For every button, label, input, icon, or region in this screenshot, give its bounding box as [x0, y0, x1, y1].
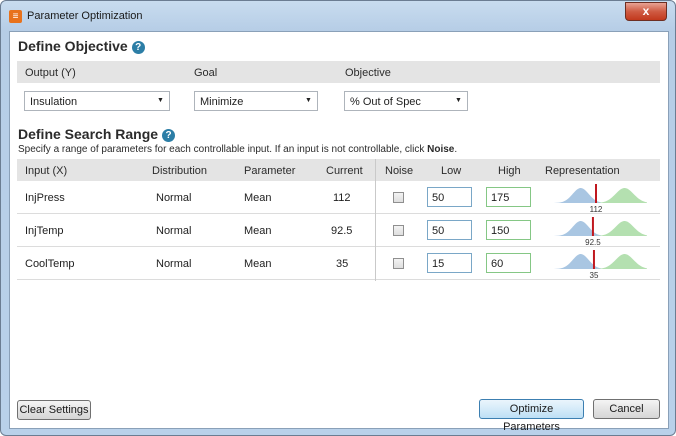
column-header-distribution: Distribution	[152, 165, 208, 177]
current-cell: 92.5	[331, 225, 353, 237]
column-header-representation: Representation	[545, 165, 620, 177]
search-range-grid: Input (X) Distribution Parameter Current…	[17, 159, 660, 281]
column-header-low: Low	[441, 165, 462, 177]
output-column-label: Output (Y)	[25, 67, 76, 79]
title-bar[interactable]: ≡ Parameter Optimization x	[1, 1, 675, 31]
objective-heading: Define Objective?	[18, 38, 145, 54]
help-icon[interactable]: ?	[131, 41, 145, 54]
noise-checkbox[interactable]	[393, 225, 404, 236]
current-value-label: 112	[590, 205, 603, 214]
column-header-current: Current	[326, 165, 363, 177]
window-title: Parameter Optimization	[27, 10, 143, 22]
close-button[interactable]: x	[625, 2, 667, 21]
output-dropdown-value: Insulation	[30, 96, 78, 108]
column-header-input: Input (X)	[25, 165, 68, 177]
low-input[interactable]: 50	[427, 187, 472, 207]
input-name: InjPress	[25, 192, 65, 204]
representation-chart: 35	[545, 250, 647, 280]
table-row: CoolTemp Normal Mean 35 15 60 35	[17, 247, 660, 280]
search-range-subtitle: Specify a range of parameters for each c…	[18, 144, 457, 155]
noise-checkbox[interactable]	[393, 192, 404, 203]
current-cell: 35	[336, 258, 349, 270]
chevron-down-icon: ▼	[157, 97, 164, 104]
parameter-cell: Mean	[244, 225, 272, 237]
column-divider	[375, 159, 376, 281]
input-name: InjTemp	[25, 225, 64, 237]
distribution-cell: Normal	[156, 192, 192, 204]
goal-dropdown[interactable]: Minimize ▼	[194, 91, 318, 111]
chevron-down-icon: ▼	[455, 97, 462, 104]
table-row: InjPress Normal Mean 112 50 175 112	[17, 181, 660, 214]
distribution-cell: Normal	[156, 225, 192, 237]
subtitle-end: .	[454, 144, 458, 155]
high-input[interactable]: 60	[486, 253, 531, 273]
distribution-cell: Normal	[156, 258, 192, 270]
column-header-parameter: Parameter	[244, 165, 296, 177]
subtitle-noise-word: Noise	[427, 144, 455, 155]
chevron-down-icon: ▼	[305, 97, 312, 104]
goal-dropdown-value: Minimize	[200, 96, 244, 108]
current-cell: 112	[333, 192, 351, 204]
objective-header: Output (Y) Goal Objective	[17, 61, 660, 83]
objective-dropdown[interactable]: % Out of Spec ▼	[344, 91, 468, 111]
objective-dropdown-value: % Out of Spec	[350, 96, 421, 108]
parameter-cell: Mean	[244, 192, 272, 204]
cancel-button[interactable]: Cancel	[593, 399, 660, 419]
table-row: InjTemp Normal Mean 92.5 50 150 92.5	[17, 214, 660, 247]
grid-header: Input (X) Distribution Parameter Current…	[17, 159, 660, 181]
high-input[interactable]: 150	[486, 220, 531, 240]
column-header-noise: Noise	[385, 165, 414, 177]
subtitle-text: Specify a range of parameters for each c…	[18, 144, 428, 155]
app-icon: ≡	[9, 10, 22, 23]
low-input[interactable]: 50	[427, 220, 472, 240]
current-value-label: 92.5	[585, 238, 601, 247]
low-input[interactable]: 15	[427, 253, 472, 273]
dialog-window: ≡ Parameter Optimization x Define Object…	[0, 0, 676, 436]
parameter-cell: Mean	[244, 258, 272, 270]
goal-column-label: Goal	[194, 67, 218, 79]
column-header-high: High	[498, 165, 521, 177]
clear-settings-button[interactable]: Clear Settings	[17, 400, 91, 420]
help-icon[interactable]: ?	[162, 129, 176, 142]
search-range-heading: Define Search Range?	[18, 126, 176, 142]
representation-chart: 112	[545, 184, 647, 214]
high-input[interactable]: 175	[486, 187, 531, 207]
objective-column-label: Objective	[345, 67, 391, 79]
dialog-content: Define Objective? Output (Y) Goal Object…	[9, 31, 669, 433]
search-range-heading-text: Define Search Range	[18, 126, 159, 142]
representation-chart: 92.5	[545, 217, 647, 247]
input-name: CoolTemp	[25, 258, 75, 270]
output-dropdown[interactable]: Insulation ▼	[24, 91, 170, 111]
objective-heading-text: Define Objective	[18, 38, 128, 54]
noise-checkbox[interactable]	[393, 258, 404, 269]
current-value-label: 35	[590, 271, 599, 280]
optimize-parameters-button[interactable]: Optimize Parameters	[479, 399, 584, 433]
